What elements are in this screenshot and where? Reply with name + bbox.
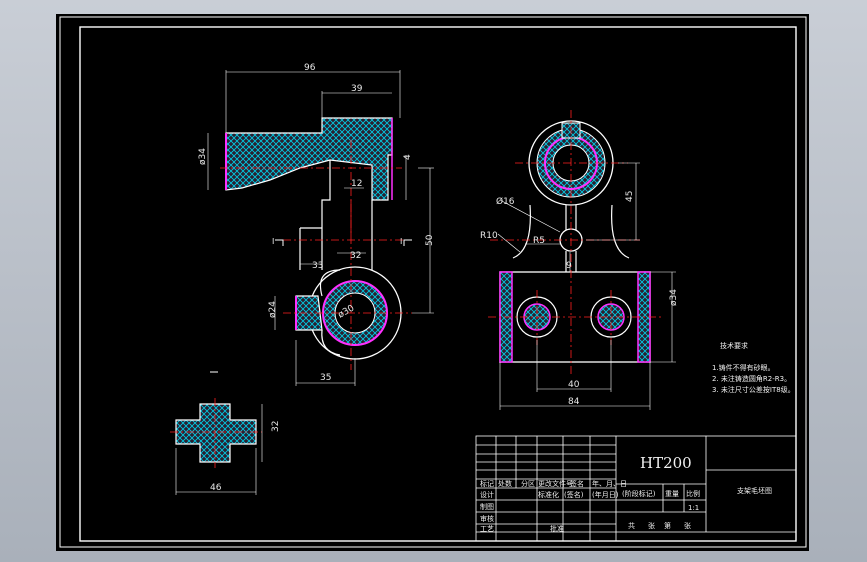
tb-row-approve: 批准	[550, 524, 564, 533]
dim-34: ø34	[198, 148, 208, 165]
material-label: HT200	[640, 454, 692, 472]
drawing-canvas: 96 39 ø34 4 12 32 33 50 ø30 ø24 35 I I 4…	[56, 14, 809, 551]
dim-dia34: ø34	[669, 289, 679, 306]
drawing-sheet	[56, 14, 809, 551]
dim-dia24: ø24	[268, 301, 278, 318]
dim-46: 46	[210, 483, 222, 493]
tb-header-date: 年、月、日	[592, 479, 627, 488]
dim-r5: R5	[533, 236, 545, 246]
dim-r10: R10	[480, 231, 498, 241]
dim-12: 12	[351, 179, 362, 189]
dim-45: 45	[625, 191, 635, 202]
tb-header-sign: 签名	[570, 479, 584, 488]
tb-weight: 重量	[665, 490, 679, 498]
dim-9: 9	[566, 261, 572, 271]
part-name: 支架毛坯图	[737, 486, 772, 495]
section-mark-right: I	[400, 237, 402, 246]
tb-row-check: 审核	[480, 514, 494, 523]
tb-row-process: 工艺	[480, 525, 494, 533]
dim-50: 50	[425, 234, 435, 246]
tech-note-3: 3. 未注尺寸公差按IT8级。	[712, 385, 795, 394]
tb-row-design: 设计	[480, 490, 494, 499]
tb-scale-value: 1:1	[688, 504, 699, 512]
dim-32: 32	[350, 251, 361, 261]
dim-84: 84	[568, 397, 580, 407]
tb-sheet-total: 共	[628, 521, 635, 530]
tb-row-draw: 制图	[480, 502, 494, 511]
tb-header-docno: 更改文件号	[538, 479, 573, 488]
tb-row-date: (年月日)	[592, 490, 619, 499]
tech-note-1: 1.铸件不得有砂眼。	[712, 363, 775, 372]
tb-stage: (阶段标记)	[622, 489, 656, 498]
dim-33: 33	[312, 261, 323, 271]
tb-row-std: 标准化	[538, 490, 559, 499]
tb-header-count: 处数	[498, 479, 512, 488]
dim-35: 35	[320, 373, 331, 383]
tb-row-sign: (签名)	[564, 490, 584, 499]
cad-viewport[interactable]: 96 39 ø34 4 12 32 33 50 ø30 ø24 35 I I 4…	[0, 0, 867, 562]
tb-header-zone: 分区	[521, 479, 535, 488]
tech-note-2: 2. 未注铸造圆角R2-R3。	[712, 374, 791, 383]
dim-32b: 32	[271, 421, 281, 432]
section-mark-left: I	[272, 237, 274, 246]
tb-sheet-word2: 张	[684, 521, 691, 530]
tb-header-mark: 标记	[480, 479, 494, 488]
tech-notes-title: 技术要求	[720, 341, 748, 350]
tb-sheet-word: 张	[648, 521, 655, 530]
dim-39: 39	[351, 84, 363, 94]
tb-sheet-no: 第	[664, 521, 671, 530]
dim-dia16: Ø16	[496, 196, 515, 207]
dim-40: 40	[568, 380, 580, 390]
dim-4: 4	[403, 154, 413, 160]
tb-scale: 比例	[686, 489, 700, 498]
dim-96: 96	[304, 63, 316, 73]
